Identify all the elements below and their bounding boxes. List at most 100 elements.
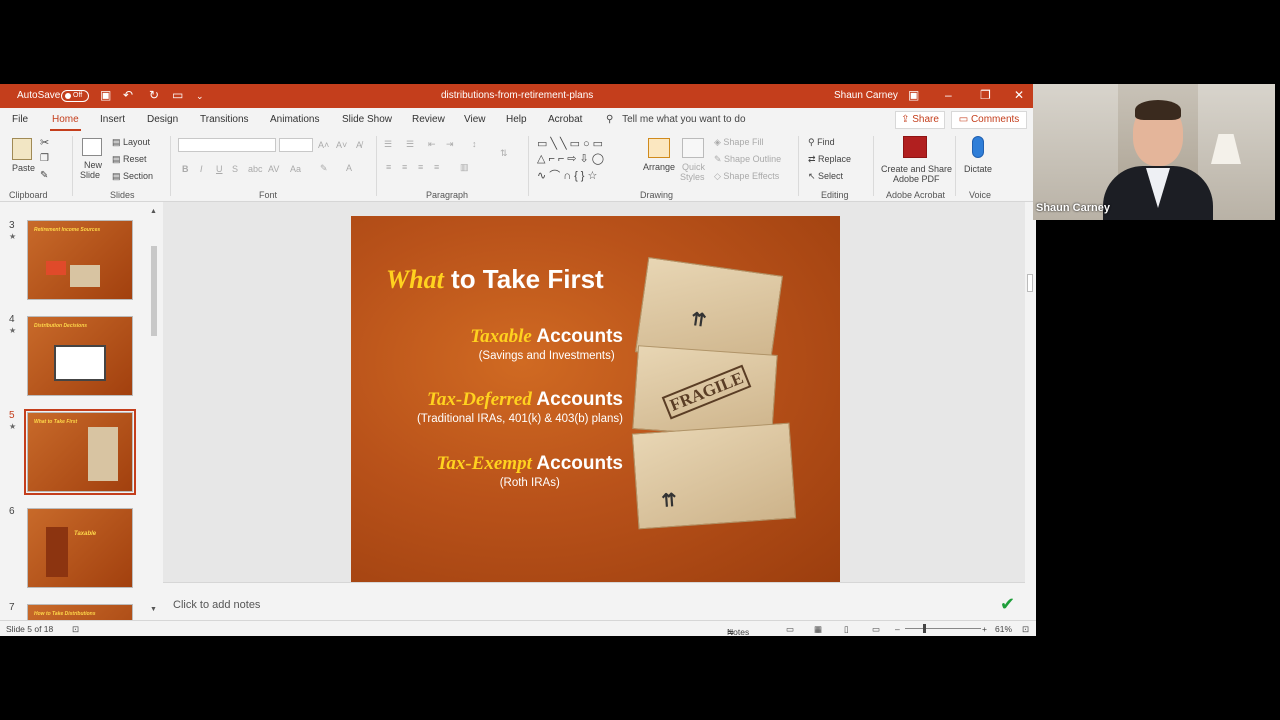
font-color-icon[interactable]: A [346,163,352,173]
find-button[interactable]: ⚲ Find [808,137,835,148]
shapes-gallery-row3[interactable]: ∿⌒∩{}☆ [537,167,600,183]
dictate-button[interactable]: Dictate [964,164,992,174]
account-taxable[interactable]: Taxable Accounts (Savings and Investment… [470,326,623,362]
zoom-slider-thumb[interactable] [923,624,926,633]
new-slide-button[interactable]: New [84,160,102,170]
close-icon[interactable]: ✕ [1014,88,1024,102]
tab-acrobat[interactable]: Acrobat [548,114,582,125]
restore-icon[interactable]: ❐ [980,88,991,102]
paste-icon[interactable] [12,138,32,160]
scroll-thumb[interactable] [151,246,157,336]
scroll-down-icon[interactable]: ▼ [150,606,157,613]
slide-thumbnail-3[interactable]: Retirement Income Sources [27,220,133,300]
tab-insert[interactable]: Insert [100,114,125,125]
tab-home[interactable]: Home [50,114,81,131]
share-button[interactable]: ⇪ Share [895,111,945,129]
user-name[interactable]: Shaun Carney [834,90,898,101]
change-case-icon[interactable]: Aa [290,164,301,174]
slide-thumbnail-4[interactable]: Distribution Decisions [27,316,133,396]
select-button[interactable]: ↖ Select [808,171,843,182]
format-painter-icon[interactable]: ✎ [40,170,48,181]
grow-font-icon[interactable]: A˄ [318,140,329,150]
ribbon-display-icon[interactable]: ▣ [908,88,919,102]
shapes-gallery[interactable]: ▭╲╲▭○▭ [537,137,606,150]
tab-animations[interactable]: Animations [270,114,319,125]
shadow-icon[interactable]: S [232,164,238,174]
thumbnail-scrollbar[interactable]: ▲ ▼ [149,202,159,613]
microphone-icon[interactable] [972,136,984,158]
autosave-toggle[interactable]: Off [61,90,89,102]
tab-help[interactable]: Help [506,114,527,125]
tab-design[interactable]: Design [147,114,178,125]
justify-icon[interactable]: ≡ [434,162,439,172]
arrange-button[interactable]: Arrange [643,162,675,172]
shapes-gallery-row2[interactable]: △⌐⌐⇨⇩◯ [537,152,607,165]
slide-sorter-icon[interactable]: ▦ [814,624,822,635]
replace-button[interactable]: ⇄ Replace [808,154,851,165]
shape-fill-button[interactable]: ◈ Shape Fill [714,137,763,148]
text-direction-icon[interactable]: ⇅ [500,148,508,159]
increase-indent-icon[interactable]: ⇥ [446,139,454,150]
copy-icon[interactable]: ❐ [40,153,49,164]
zoom-level[interactable]: 61% [995,624,1012,634]
quick-styles-button[interactable]: Quick [682,162,705,172]
shape-outline-button[interactable]: ✎ Shape Outline [714,154,781,165]
reset-button[interactable]: ▤ Reset [112,154,147,165]
adobe-pdf-icon[interactable] [903,136,927,158]
tab-review[interactable]: Review [412,114,445,125]
cut-icon[interactable]: ✂ [40,136,49,149]
strikethrough-icon[interactable]: abc [248,164,263,174]
fit-slide-icon[interactable]: ⊡ [1022,624,1029,635]
shape-effects-button[interactable]: ◇ Shape Effects [714,171,779,182]
font-name-box[interactable] [178,138,276,152]
line-spacing-icon[interactable]: ↕ [472,139,477,149]
zoom-slider[interactable] [905,628,981,629]
slide-thumbnail-7[interactable]: How to Take Distributions [27,604,133,620]
save-icon[interactable]: ▣ [100,88,111,102]
spacing-icon[interactable]: AV [268,164,279,174]
slide-scroll-thumb[interactable] [1027,274,1033,292]
zoom-in-icon[interactable]: + [982,624,987,634]
clear-format-icon[interactable]: A̸ [356,140,362,150]
comments-button[interactable]: ▭ Comments [951,111,1027,129]
slide-title[interactable]: What to Take First [386,264,604,295]
notes-pane[interactable]: Click to add notes [163,582,1025,620]
align-right-icon[interactable]: ≡ [418,162,423,172]
minimize-icon[interactable]: – [945,88,952,102]
align-center-icon[interactable]: ≡ [402,162,407,172]
zoom-out-icon[interactable]: – [895,624,900,634]
normal-view-icon[interactable]: ▭ [786,624,794,635]
account-tax-deferred[interactable]: Tax-Deferred Accounts (Traditional IRAs,… [417,389,623,425]
create-share-pdf-button[interactable]: Create and Share [881,164,952,174]
slide-thumbnail-5[interactable]: What to Take First [24,409,136,495]
align-left-icon[interactable]: ≡ [386,162,391,172]
new-slide-icon[interactable] [82,138,102,156]
numbering-icon[interactable]: ☰ [406,139,414,150]
new-slide-button-line2[interactable]: Slide [80,170,100,180]
highlight-icon[interactable]: ✎ [320,163,328,174]
slideshow-view-icon[interactable]: ▭ [872,624,880,635]
redo-icon[interactable]: ↻ [149,88,159,102]
shrink-font-icon[interactable]: A˅ [336,140,347,150]
create-share-pdf-button-line2[interactable]: Adobe PDF [893,174,940,184]
bold-icon[interactable]: B [182,164,189,174]
decrease-indent-icon[interactable]: ⇤ [428,139,436,150]
tab-file[interactable]: File [12,114,28,125]
quick-styles-button-line2[interactable]: Styles [680,172,705,182]
customize-qat-icon[interactable]: ⌄ [196,91,204,102]
italic-icon[interactable]: I [200,164,203,174]
tab-view[interactable]: View [464,114,486,125]
arrange-icon[interactable] [648,138,670,158]
accessibility-icon[interactable]: ⊡ [72,624,79,635]
present-icon[interactable]: ▭ [172,88,183,102]
font-size-box[interactable] [279,138,313,152]
tell-me-search[interactable]: ⚲ Tell me what you want to do [606,114,746,125]
account-tax-exempt[interactable]: Tax-Exempt Accounts (Roth IRAs) [437,453,624,489]
reading-view-icon[interactable]: ▯ [844,624,849,635]
undo-icon[interactable]: ↶ [123,88,133,102]
section-button[interactable]: ▤ Section [112,171,153,182]
tab-transitions[interactable]: Transitions [200,114,249,125]
quick-styles-icon[interactable] [682,138,704,158]
current-slide[interactable]: What to Take First Taxable Accounts (Sav… [351,216,840,582]
paste-button[interactable]: Paste [12,163,35,173]
